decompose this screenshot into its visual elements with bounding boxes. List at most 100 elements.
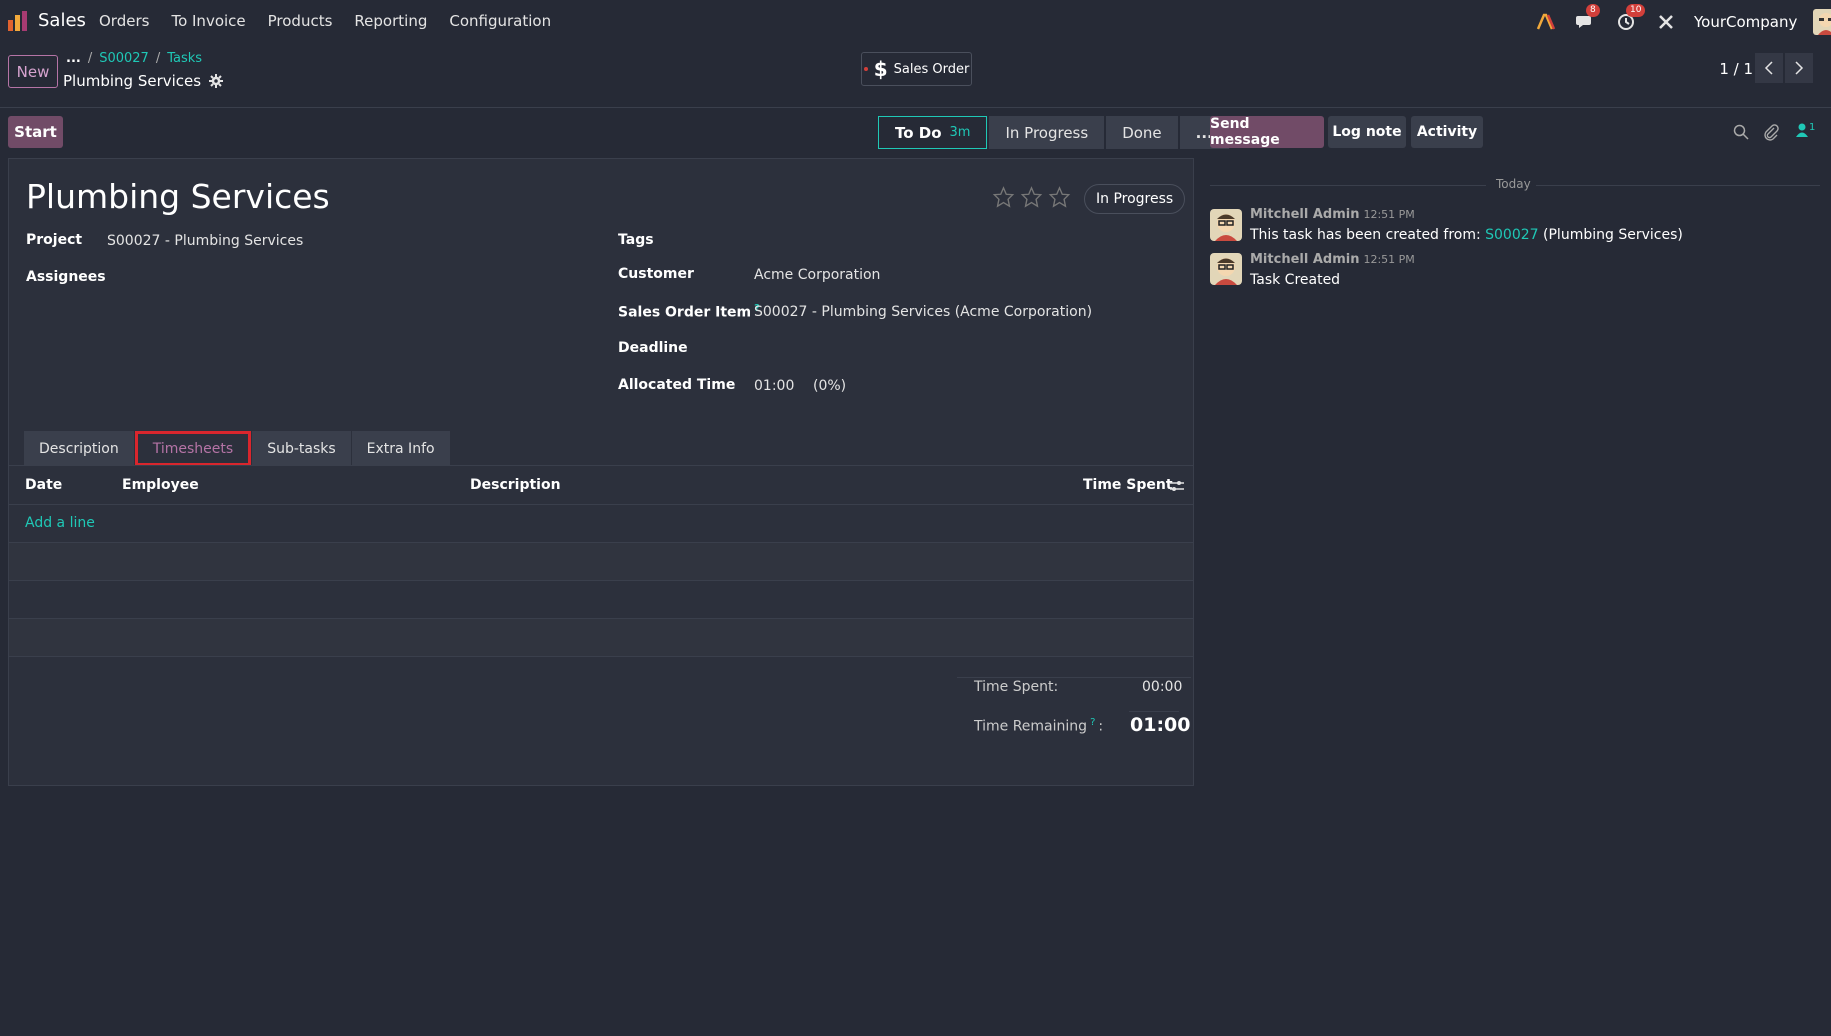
record-title: Plumbing Services — [63, 72, 224, 90]
message-author[interactable]: Mitchell Admin 12:51 PM — [1250, 207, 1415, 222]
pager-prev-button[interactable] — [1755, 53, 1783, 83]
tags-label: Tags — [618, 232, 654, 248]
pager-next-button[interactable] — [1785, 53, 1813, 83]
tab-description[interactable]: Description — [24, 431, 134, 466]
time-spent-total-label: Time Spent: — [974, 679, 1059, 695]
activity-clock-icon[interactable]: 10 — [1614, 4, 1646, 34]
timesheet-table-header: Date Employee Description Time Spent — [9, 465, 1193, 505]
add-line-row: Add a line — [9, 505, 1193, 543]
tab-timesheets[interactable]: Timesheets — [134, 431, 252, 466]
state-pill[interactable]: In Progress — [1084, 184, 1186, 214]
main-menu: Orders To Invoice Products Reporting Con… — [99, 12, 573, 30]
message-body: Task Created — [1250, 272, 1341, 288]
sales-order-smart-button[interactable]: $ Sales Order — [861, 52, 972, 86]
user-icon — [1796, 123, 1808, 137]
customer-value[interactable]: Acme Corporation — [754, 267, 880, 283]
time-remaining-value: 01:00 — [1130, 714, 1191, 736]
column-description[interactable]: Description — [470, 477, 561, 493]
table-row — [9, 543, 1193, 581]
top-navbar: Sales Orders To Invoice Products Reporti… — [0, 0, 1831, 42]
assignees-label: Assignees — [26, 269, 106, 285]
help-tooltip-icon[interactable]: ? — [1090, 717, 1095, 728]
deadline-label: Deadline — [618, 340, 688, 356]
stage-done[interactable]: Done — [1106, 116, 1178, 149]
date-separator: Today — [1210, 177, 1820, 193]
company-switcher[interactable]: YourCompany — [1694, 13, 1797, 31]
allocated-time-percent: (0%) — [813, 378, 847, 394]
pager-value[interactable]: 1 / 1 — [1719, 60, 1753, 78]
remaining-divider — [1129, 711, 1179, 712]
message-order-link[interactable]: S00027 — [1485, 227, 1538, 243]
followers-button[interactable]: 1 — [1795, 122, 1815, 138]
table-row — [9, 619, 1193, 657]
time-remaining-label: Time Remaining?: — [974, 717, 1104, 735]
messages-badge: 8 — [1586, 4, 1600, 17]
search-icon[interactable] — [1733, 124, 1749, 140]
column-time-spent[interactable]: Time Spent — [1083, 477, 1173, 493]
form-sheet: Plumbing Services In Progress Project S0… — [8, 158, 1194, 786]
dot-indicator — [863, 67, 868, 71]
breadcrumb: ... / S00027/Tasks — [66, 51, 203, 66]
time-spent-total-value: 00:00 — [1142, 679, 1183, 695]
assignees-field[interactable] — [107, 267, 507, 289]
allocated-time-value[interactable]: 01:00 — [754, 378, 794, 394]
app-name[interactable]: Sales — [38, 10, 86, 31]
totals-divider — [957, 677, 1191, 678]
sales-order-item-label: Sales Order Item? — [618, 303, 760, 321]
task-title[interactable]: Plumbing Services — [26, 177, 330, 216]
avatar[interactable] — [1210, 253, 1242, 285]
sales-app-icon[interactable] — [7, 10, 29, 32]
notebook-tabs: Description Timesheets Sub-tasks Extra I… — [24, 431, 451, 466]
menu-products[interactable]: Products — [268, 12, 333, 30]
activity-button[interactable]: Activity — [1411, 116, 1483, 148]
add-a-line-link[interactable]: Add a line — [25, 515, 95, 531]
new-button[interactable]: New — [8, 55, 58, 88]
chevron-left-icon — [1764, 61, 1773, 75]
column-employee[interactable]: Employee — [122, 477, 199, 493]
tab-sub-tasks[interactable]: Sub-tasks — [252, 431, 351, 466]
menu-reporting[interactable]: Reporting — [354, 12, 427, 30]
stage-statusbar: To Do 3m In Progress Done ... — [878, 116, 1231, 149]
star-icon[interactable] — [992, 186, 1015, 208]
project-label: Project — [26, 232, 83, 248]
star-icon[interactable] — [1020, 186, 1043, 208]
gear-icon[interactable] — [209, 74, 224, 88]
stage-in-progress[interactable]: In Progress — [989, 116, 1105, 149]
activity-badge: 10 — [1626, 4, 1646, 17]
messages-icon[interactable]: 8 — [1574, 4, 1600, 34]
message-author[interactable]: Mitchell Admin 12:51 PM — [1250, 252, 1415, 267]
user-avatar[interactable] — [1813, 9, 1831, 35]
deadline-field[interactable] — [754, 339, 1174, 361]
table-row — [9, 581, 1193, 619]
tags-field[interactable] — [754, 231, 1174, 253]
priority-stars — [992, 186, 1071, 208]
column-date[interactable]: Date — [25, 477, 62, 493]
customer-label: Customer — [618, 266, 694, 282]
control-panel: New ... / S00027/Tasks Plumbing Services $… — [0, 42, 1831, 108]
breadcrumb-order[interactable]: S00027 — [99, 51, 149, 66]
send-message-button[interactable]: Send message — [1210, 116, 1324, 148]
breadcrumb-ellipsis[interactable]: ... — [66, 51, 81, 66]
paperclip-icon[interactable] — [1763, 123, 1779, 141]
project-value[interactable]: S00027 - Plumbing Services — [107, 233, 303, 249]
menu-orders[interactable]: Orders — [99, 12, 149, 30]
optional-columns-icon[interactable] — [1169, 479, 1185, 493]
breadcrumb-tasks[interactable]: Tasks — [167, 51, 202, 66]
log-note-button[interactable]: Log note — [1328, 116, 1406, 148]
tab-extra-info[interactable]: Extra Info — [351, 431, 450, 466]
sales-order-label: Sales Order — [893, 61, 970, 77]
record-title-text: Plumbing Services — [63, 72, 202, 90]
chevron-right-icon — [1795, 61, 1804, 75]
message-body: This task has been created from: S00027 … — [1250, 227, 1683, 243]
avatar[interactable] — [1210, 209, 1242, 241]
start-timer-button[interactable]: Start — [8, 116, 63, 148]
ai-icon[interactable] — [1534, 10, 1558, 34]
sales-order-item-value[interactable]: S00027 - Plumbing Services (Acme Corpora… — [754, 304, 1092, 320]
menu-to-invoice[interactable]: To Invoice — [171, 12, 245, 30]
star-icon[interactable] — [1048, 186, 1071, 208]
menu-configuration[interactable]: Configuration — [449, 12, 551, 30]
debug-tools-icon[interactable] — [1654, 10, 1678, 34]
date-separator-label: Today — [1496, 177, 1531, 191]
followers-count: 1 — [1809, 122, 1816, 133]
stage-todo[interactable]: To Do 3m — [878, 116, 988, 149]
